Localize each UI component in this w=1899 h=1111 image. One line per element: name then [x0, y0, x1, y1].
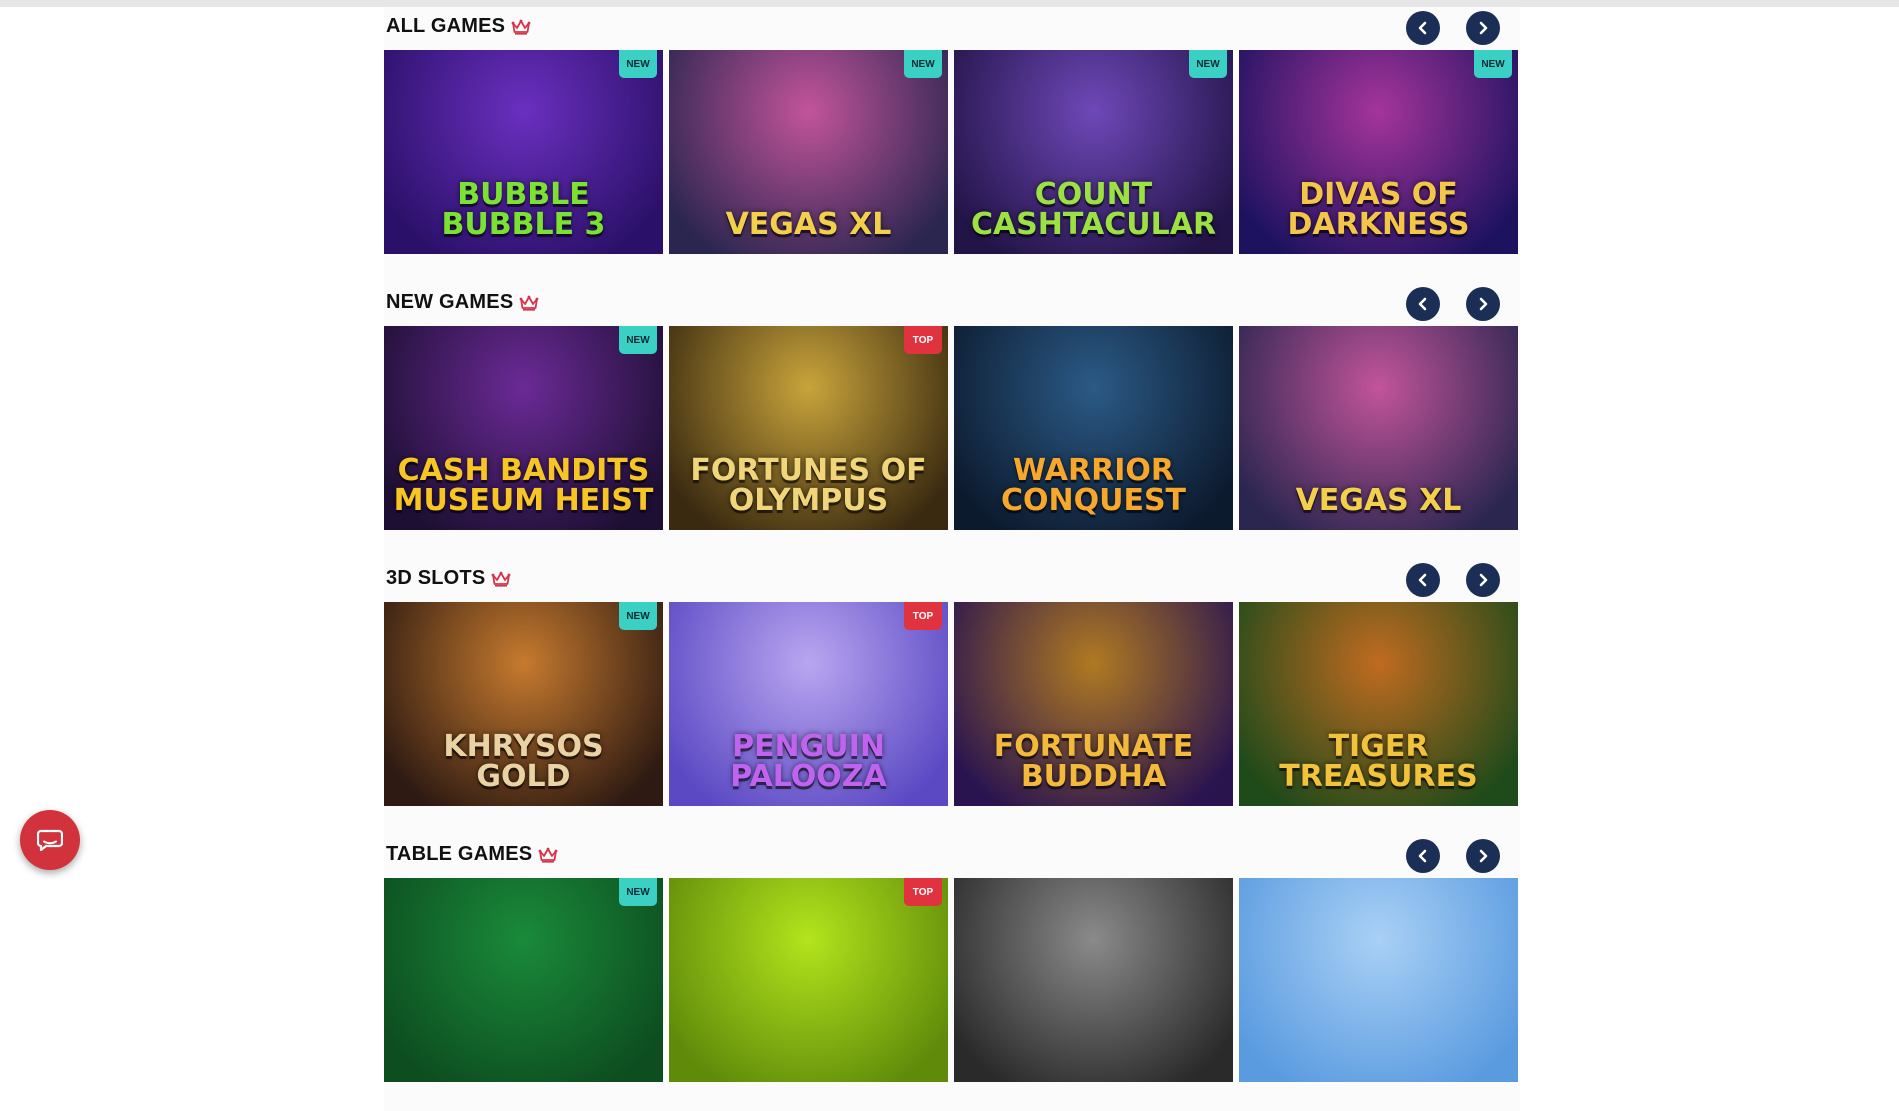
carousel-next-button[interactable]: [1466, 839, 1500, 873]
game-tile[interactable]: NEW: [384, 878, 663, 1082]
crown-icon: [505, 19, 531, 35]
game-tile[interactable]: CASH BANDITS MUSEUM HEIST NEW: [384, 326, 663, 530]
chevron-right-icon: [1476, 297, 1490, 311]
game-carousel: CASH BANDITS MUSEUM HEIST NEW FORTUNES OF …: [384, 326, 1520, 530]
new-badge: NEW: [619, 602, 657, 630]
chevron-left-icon: [1416, 21, 1430, 35]
game-tile[interactable]: COUNT CASHTACULAR NEW: [954, 50, 1233, 254]
chevron-left-icon: [1416, 297, 1430, 311]
section-title-text: ALL GAMES: [386, 15, 506, 37]
section-title: TABLE GAMES: [386, 843, 558, 866]
carousel-next-button[interactable]: [1466, 287, 1500, 321]
game-section: TABLE GAMES NEW TOP: [384, 835, 1520, 1111]
section-title: NEW GAMES: [386, 291, 539, 314]
game-tile[interactable]: [954, 878, 1233, 1082]
carousel-next-button[interactable]: [1466, 11, 1500, 45]
chevron-left-icon: [1416, 849, 1430, 863]
chat-bubble-icon: [37, 829, 63, 851]
game-tile[interactable]: [1239, 878, 1518, 1082]
game-section: ALL GAMES BUBBLE BUBBLE 3 NEW VEGAS XL NEW CO…: [384, 7, 1520, 283]
section-title-text: TABLE GAMES: [386, 843, 533, 865]
chevron-right-icon: [1476, 573, 1490, 587]
live-chat-button[interactable]: [20, 810, 80, 870]
section-header: TABLE GAMES: [384, 835, 1520, 877]
chevron-left-icon: [1416, 573, 1430, 587]
new-badge: NEW: [1474, 50, 1512, 78]
game-title: VEGAS XL: [1295, 483, 1462, 518]
carousel-prev-button[interactable]: [1406, 839, 1440, 873]
top-badge: TOP: [904, 878, 942, 906]
game-tile[interactable]: TIGER TREASURES: [1239, 602, 1518, 806]
game-title: FORTUNATE BUDDHA: [993, 729, 1194, 794]
section-title: ALL GAMES: [386, 15, 531, 38]
new-badge: NEW: [619, 326, 657, 354]
game-section: 3D SLOTS KHRYSOS GOLD NEW PENGUIN PALOOZA TO…: [384, 559, 1520, 835]
game-thumbnail: [669, 878, 948, 1082]
new-badge: NEW: [904, 50, 942, 78]
section-title: 3D SLOTS: [386, 567, 511, 590]
section-header: 3D SLOTS: [384, 559, 1520, 601]
game-tile[interactable]: FORTUNATE BUDDHA: [954, 602, 1233, 806]
game-tile[interactable]: KHRYSOS GOLD NEW: [384, 602, 663, 806]
game-title: CASH BANDITS MUSEUM HEIST: [393, 453, 654, 518]
new-badge: NEW: [1189, 50, 1227, 78]
crown-icon: [485, 571, 511, 587]
game-title: TIGER TREASURES: [1279, 729, 1478, 794]
game-thumbnail: [384, 878, 663, 1082]
top-badge: TOP: [904, 602, 942, 630]
game-tile[interactable]: DIVAS OF DARKNESS NEW: [1239, 50, 1518, 254]
game-tile[interactable]: VEGAS XL: [1239, 326, 1518, 530]
game-tile[interactable]: TOP: [669, 878, 948, 1082]
carousel-prev-button[interactable]: [1406, 563, 1440, 597]
game-tile[interactable]: WARRIOR CONQUEST: [954, 326, 1233, 530]
new-badge: NEW: [619, 878, 657, 906]
game-carousel: KHRYSOS GOLD NEW PENGUIN PALOOZA TOP FORTUNA…: [384, 602, 1520, 806]
game-carousel: NEW TOP: [384, 878, 1520, 1082]
game-tile[interactable]: FORTUNES OF OLYMPUS TOP: [669, 326, 948, 530]
crown-icon: [513, 295, 539, 311]
game-title: DIVAS OF DARKNESS: [1287, 177, 1470, 242]
chevron-right-icon: [1476, 849, 1490, 863]
section-header: NEW GAMES: [384, 283, 1520, 325]
game-thumbnail: [954, 878, 1233, 1082]
game-title: FORTUNES OF OLYMPUS: [690, 453, 927, 518]
section-title-text: 3D SLOTS: [386, 567, 486, 589]
carousel-next-button[interactable]: [1466, 563, 1500, 597]
game-title: PENGUIN PALOOZA: [730, 729, 887, 794]
game-title: KHRYSOS GOLD: [443, 729, 604, 794]
section-title-text: NEW GAMES: [386, 291, 514, 313]
game-title: WARRIOR CONQUEST: [1000, 453, 1187, 518]
crown-icon: [532, 847, 558, 863]
game-title: COUNT CASHTACULAR: [970, 177, 1217, 242]
chevron-right-icon: [1476, 21, 1490, 35]
new-badge: NEW: [619, 50, 657, 78]
top-scroll-edge: [0, 0, 1899, 7]
game-section: NEW GAMES CASH BANDITS MUSEUM HEIST NEW FOR…: [384, 283, 1520, 559]
game-tile[interactable]: BUBBLE BUBBLE 3 NEW: [384, 50, 663, 254]
game-title: VEGAS XL: [725, 207, 892, 242]
game-carousel: BUBBLE BUBBLE 3 NEW VEGAS XL NEW COUNT CASHT…: [384, 50, 1520, 254]
top-badge: TOP: [904, 326, 942, 354]
section-header: ALL GAMES: [384, 7, 1520, 49]
game-title: BUBBLE BUBBLE 3: [441, 177, 606, 242]
carousel-prev-button[interactable]: [1406, 11, 1440, 45]
game-thumbnail: [1239, 878, 1518, 1082]
game-tile[interactable]: PENGUIN PALOOZA TOP: [669, 602, 948, 806]
carousel-prev-button[interactable]: [1406, 287, 1440, 321]
game-tile[interactable]: VEGAS XL NEW: [669, 50, 948, 254]
